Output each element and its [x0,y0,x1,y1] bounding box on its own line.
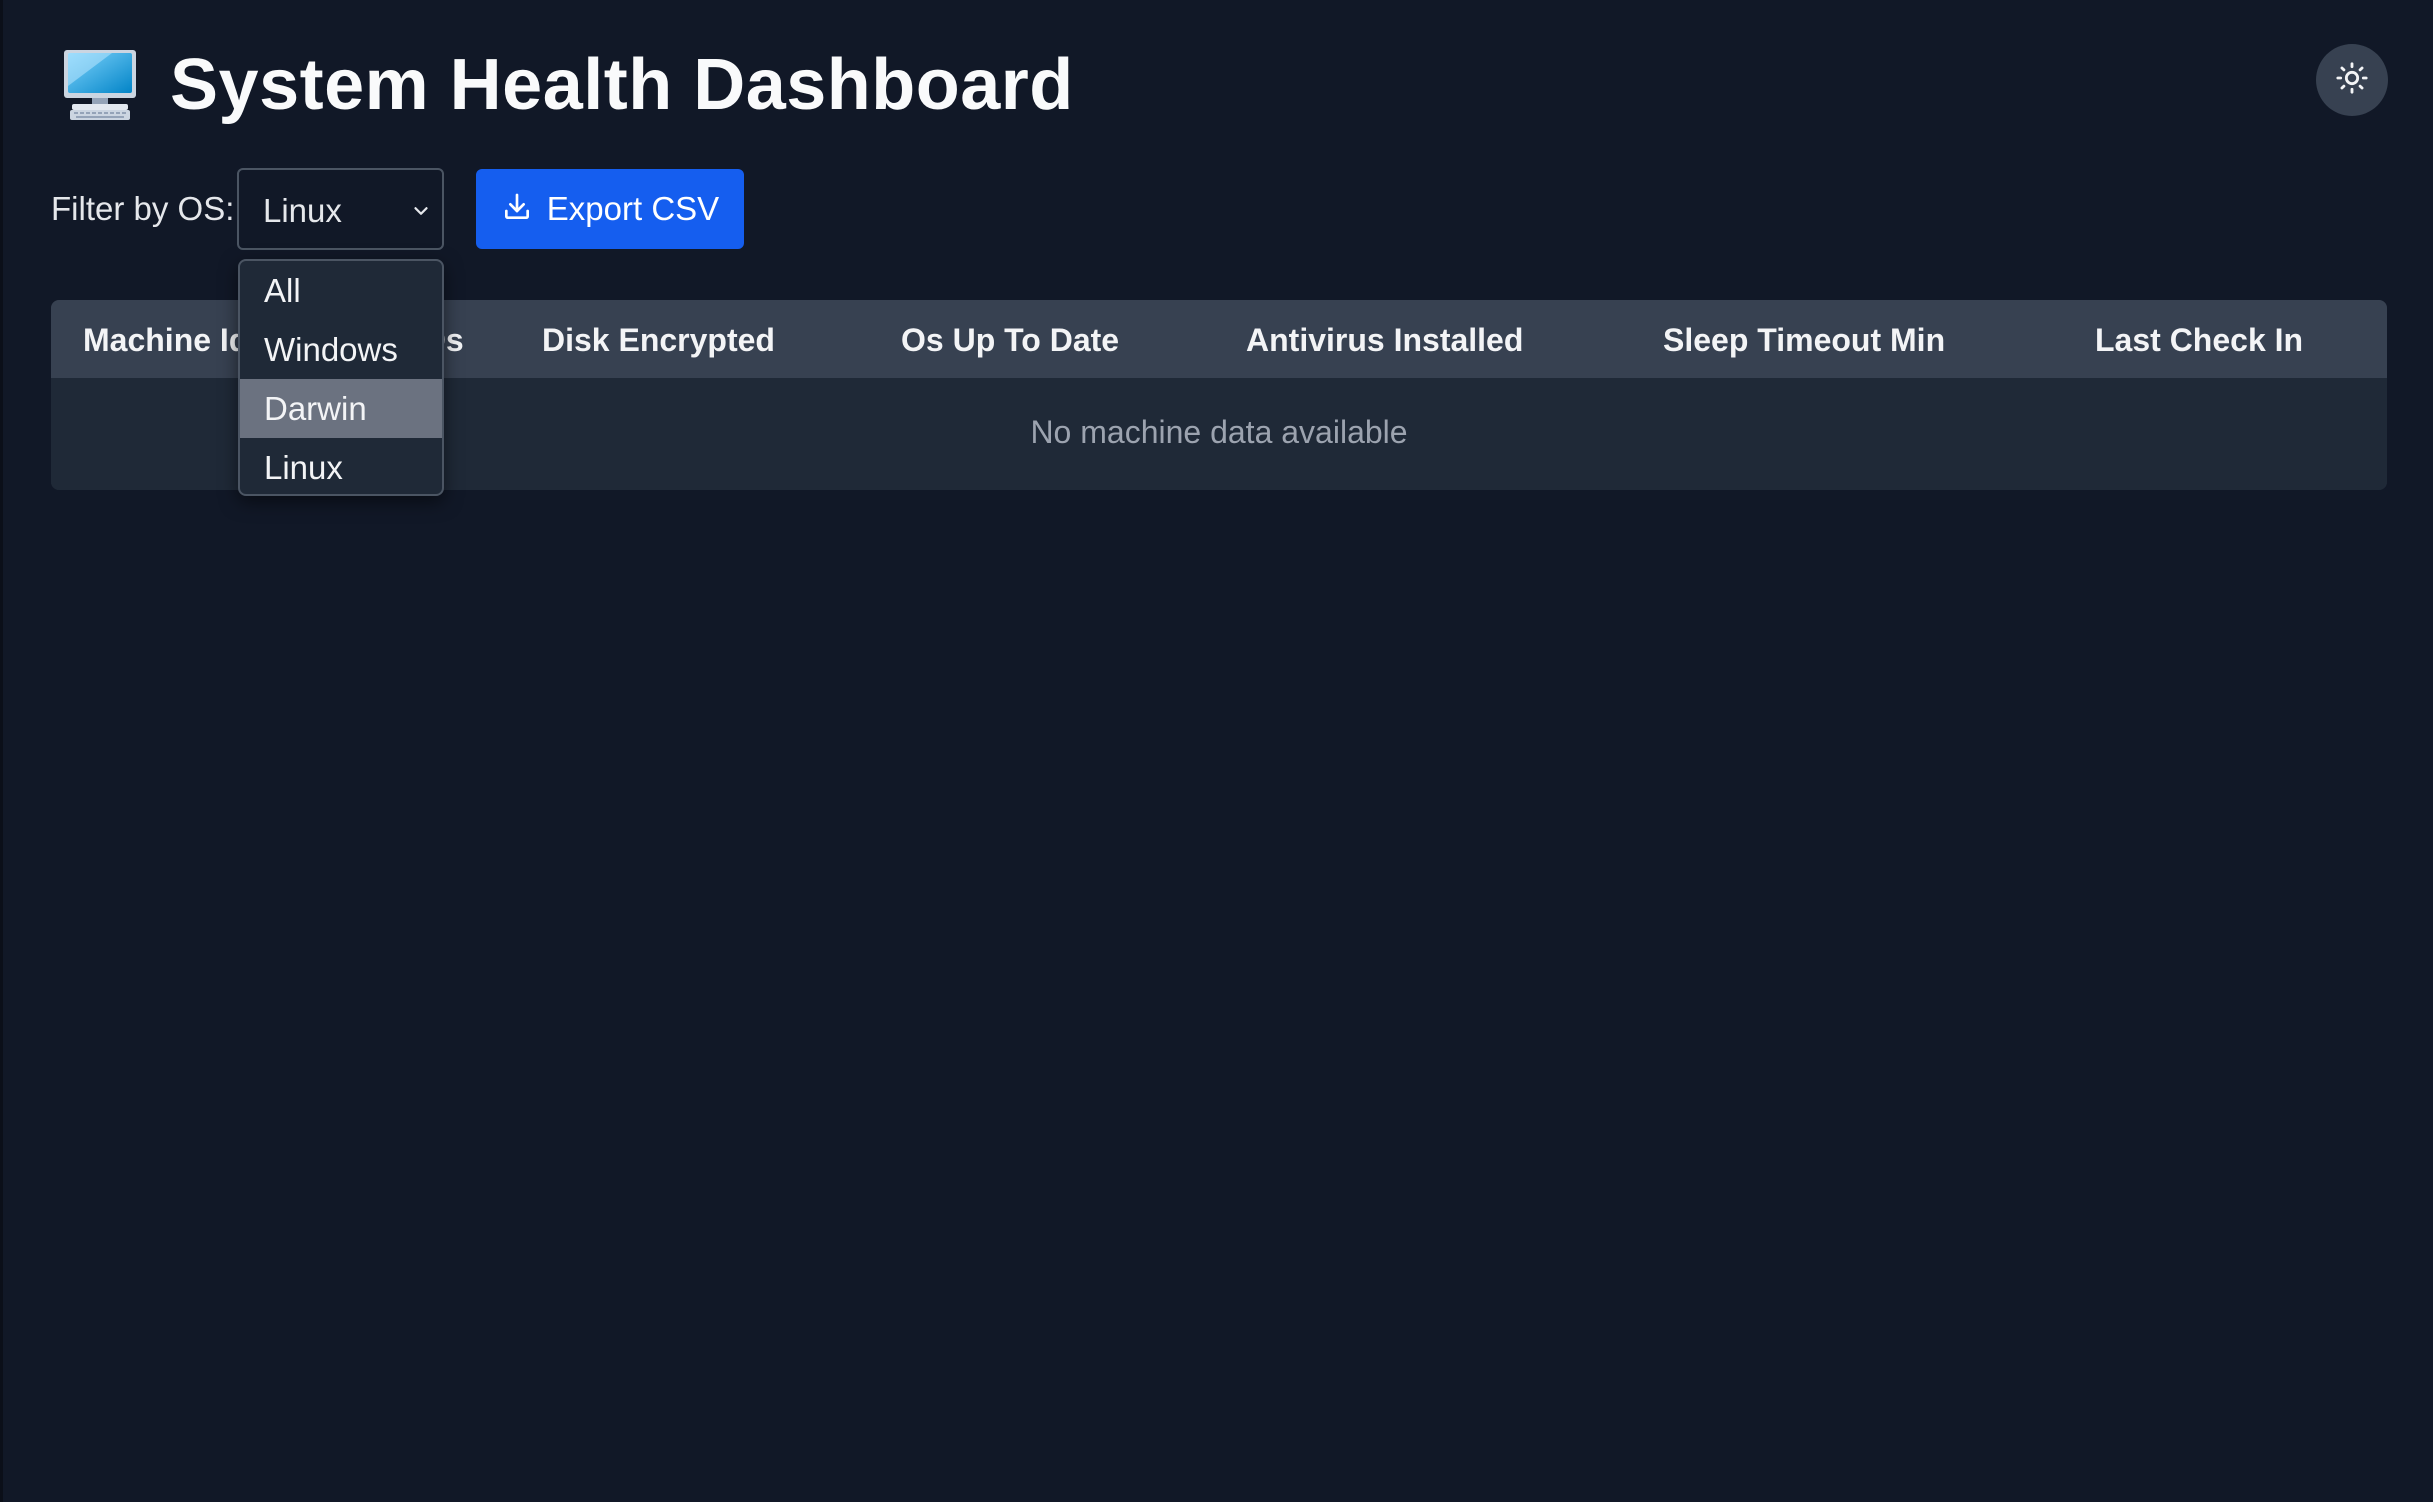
chevron-down-icon [410,200,432,222]
sun-icon [2335,61,2369,100]
theme-toggle-button[interactable] [2316,44,2388,116]
os-filter-selected-value: Linux [263,192,342,229]
os-option-linux[interactable]: Linux [240,438,442,494]
os-filter-dropdown: All Windows Darwin Linux [238,259,444,496]
export-csv-button[interactable]: Export CSV [476,169,744,249]
column-header-antivirus-installed[interactable]: Antivirus Installed [1246,322,1523,359]
column-header-disk-encrypted[interactable]: Disk Encrypted [542,322,775,359]
os-filter-select[interactable]: Linux [237,168,444,250]
filter-label: Filter by OS: [51,190,235,227]
column-header-last-check-in[interactable]: Last Check In [2095,322,2303,359]
page-header: System Health Dashboard [0,0,2433,160]
column-header-sleep-timeout-min[interactable]: Sleep Timeout Min [1663,322,1945,359]
os-option-all[interactable]: All [240,261,442,320]
download-icon [501,191,533,228]
column-header-machine-id[interactable]: Machine Id [83,322,248,359]
dashboard-page: System Health Dashboard Filter by OS: Li… [0,0,2433,1502]
export-csv-label: Export CSV [546,190,720,227]
desktop-computer-icon [62,48,138,122]
column-header-os-up-to-date[interactable]: Os Up To Date [901,322,1119,359]
os-option-windows[interactable]: Windows [240,320,442,379]
page-title: System Health Dashboard [170,45,1074,125]
os-option-darwin[interactable]: Darwin [240,379,442,438]
window-edge [0,0,3,1502]
